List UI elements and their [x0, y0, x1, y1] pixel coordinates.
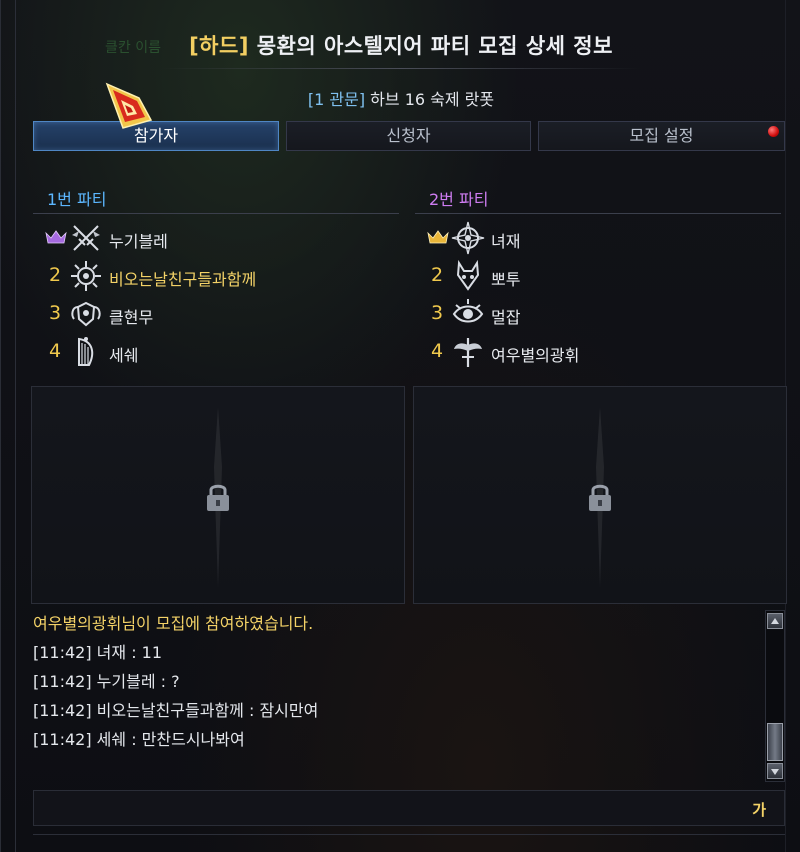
window-title: [하드] 몽환의 아스텔지어 파티 모집 상세 정보: [1, 30, 800, 60]
frame-border-left: [15, 0, 16, 852]
party-1-member-1[interactable]: 누기블레: [33, 221, 393, 255]
member-name: 뽀투: [491, 270, 521, 289]
eye-emblem-icon: [452, 299, 484, 323]
scroll-down-button[interactable]: [767, 763, 783, 779]
gate-label: [1 관문]: [307, 90, 366, 109]
member-name: 멀잡: [491, 308, 521, 327]
party-leader-crown-icon: [427, 230, 449, 244]
tab-applicants[interactable]: 신청자: [286, 121, 531, 151]
slot-number: 3: [430, 302, 444, 324]
party-1-member-4[interactable]: 4 세쉐: [33, 335, 393, 369]
lock-icon: [589, 484, 611, 511]
title-text: 몽환의 아스텔지어 파티 모집 상세 정보: [256, 34, 613, 58]
member-name: 세쉐: [109, 346, 139, 365]
harp-icon: [78, 337, 94, 366]
party-2-member-3[interactable]: 3 멀잡: [415, 297, 775, 331]
tab-recruit-settings-label: 모집 설정: [629, 126, 694, 145]
member-name: 클현무: [109, 308, 154, 327]
tab-recruit-settings[interactable]: 모집 설정: [538, 121, 785, 151]
party-2-member-1[interactable]: 녀재: [415, 221, 775, 255]
slot-number: 2: [48, 264, 62, 286]
leader-gem-icon: [105, 82, 153, 129]
title-divider: [161, 68, 641, 69]
party-1-member-3[interactable]: 3 클현무: [33, 297, 393, 331]
party-2-title: 2번 파티: [429, 190, 489, 209]
chat-scrollbar[interactable]: [765, 610, 785, 782]
chat-message: [11:42] 녀재 : 11: [33, 643, 163, 662]
party-1-header: 1번 파티: [33, 178, 399, 214]
arrow-up-icon: [771, 618, 779, 624]
party-recruit-window: 클칸 이름 [하드] 몽환의 아스텔지어 파티 모집 상세 정보 [1 관문] …: [0, 0, 800, 852]
locked-party-slot: [413, 386, 787, 604]
sun-wheel-icon: [71, 261, 101, 291]
swords-crossed-icon: [72, 225, 100, 251]
chat-input[interactable]: [40, 795, 740, 821]
winged-sword-icon: [454, 338, 482, 367]
party-1-title: 1번 파티: [47, 190, 107, 209]
tab-applicants-label: 신청자: [386, 126, 431, 145]
chat-message: [11:42] 누기블레 : ?: [33, 672, 180, 691]
member-name: 녀재: [491, 232, 521, 251]
recruit-description: 하브 16 숙제 랏폿: [370, 90, 495, 109]
chat-message: [11:42] 비오는날친구들과함께 : 잠시만여: [33, 701, 319, 720]
bottom-divider: [33, 834, 785, 835]
chat-input-bar: 가: [33, 790, 785, 826]
ime-mode-indicator[interactable]: 가: [752, 799, 766, 820]
notification-dot-icon: [768, 126, 779, 137]
arrow-down-icon: [771, 769, 779, 775]
party-2-header: 2번 파티: [415, 178, 781, 214]
difficulty-tag: [하드]: [189, 34, 249, 58]
slot-number: 2: [430, 264, 444, 286]
member-name: 여우별의광휘: [491, 346, 580, 365]
compass-star-icon: [451, 221, 485, 255]
party-2-member-4[interactable]: 4 여우별의광휘: [415, 335, 775, 369]
locked-party-slot: [31, 386, 405, 604]
lock-icon: [207, 484, 229, 511]
slot-number: 3: [48, 302, 62, 324]
member-name: 비오는날친구들과함께: [109, 270, 257, 289]
winged-shield-icon: [71, 301, 101, 327]
party-1-member-2[interactable]: 2 비오는날친구들과함께: [33, 259, 393, 293]
scroll-thumb[interactable]: [767, 723, 783, 761]
party-2-member-2[interactable]: 2 뽀투: [415, 259, 775, 293]
chat-message: [11:42] 세쉐 : 만찬드시나봐여: [33, 730, 245, 749]
chat-system-message: 여우별의광휘님이 모집에 참여하였습니다.: [33, 614, 314, 633]
horned-mask-icon: [456, 259, 480, 291]
member-name: 누기블레: [109, 232, 168, 251]
slot-number: 4: [48, 340, 62, 362]
scroll-up-button[interactable]: [767, 613, 783, 629]
party-leader-crown-icon: [45, 230, 67, 244]
slot-number: 4: [430, 340, 444, 362]
chat-log: 여우별의광휘님이 모집에 참여하였습니다. [11:42] 녀재 : 11 [1…: [33, 610, 763, 786]
